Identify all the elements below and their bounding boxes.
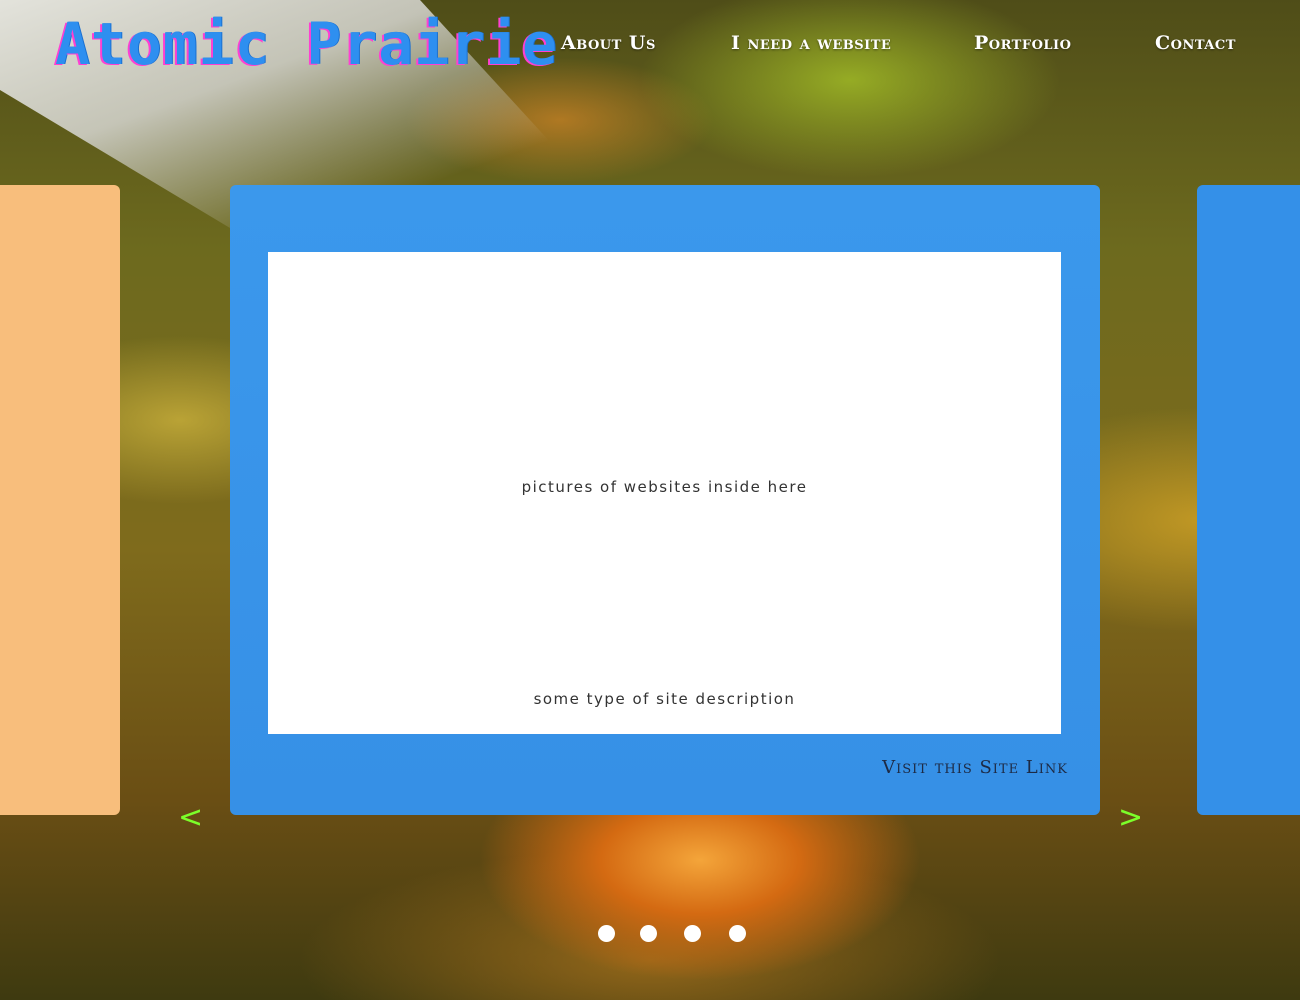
- nav-i-need-a-website[interactable]: I need a website: [731, 32, 891, 62]
- site-logo[interactable]: Atomic Prairie: [55, 10, 558, 78]
- image-placeholder-text: pictures of websites inside here: [521, 478, 808, 496]
- carousel-dot-1[interactable]: [598, 925, 615, 942]
- carousel-next-arrow[interactable]: >: [1118, 800, 1143, 835]
- carousel-next-card: [1197, 185, 1300, 815]
- site-description: some type of site description: [533, 690, 796, 708]
- carousel-active-card: pictures of websites inside here some ty…: [230, 185, 1100, 815]
- nav-about-us[interactable]: About Us: [561, 32, 656, 62]
- carousel-prev-arrow[interactable]: <: [178, 800, 203, 835]
- visit-site-link[interactable]: Visit this Site Link: [882, 757, 1068, 778]
- carousel-previous-card: [0, 185, 120, 815]
- nav-contact[interactable]: Contact: [1155, 32, 1236, 62]
- carousel-dot-2[interactable]: [640, 925, 657, 942]
- site-preview-area: pictures of websites inside here some ty…: [268, 252, 1061, 734]
- carousel-dot-4[interactable]: [729, 925, 746, 942]
- nav-portfolio[interactable]: Portfolio: [974, 32, 1071, 62]
- carousel-dot-3[interactable]: [684, 925, 701, 942]
